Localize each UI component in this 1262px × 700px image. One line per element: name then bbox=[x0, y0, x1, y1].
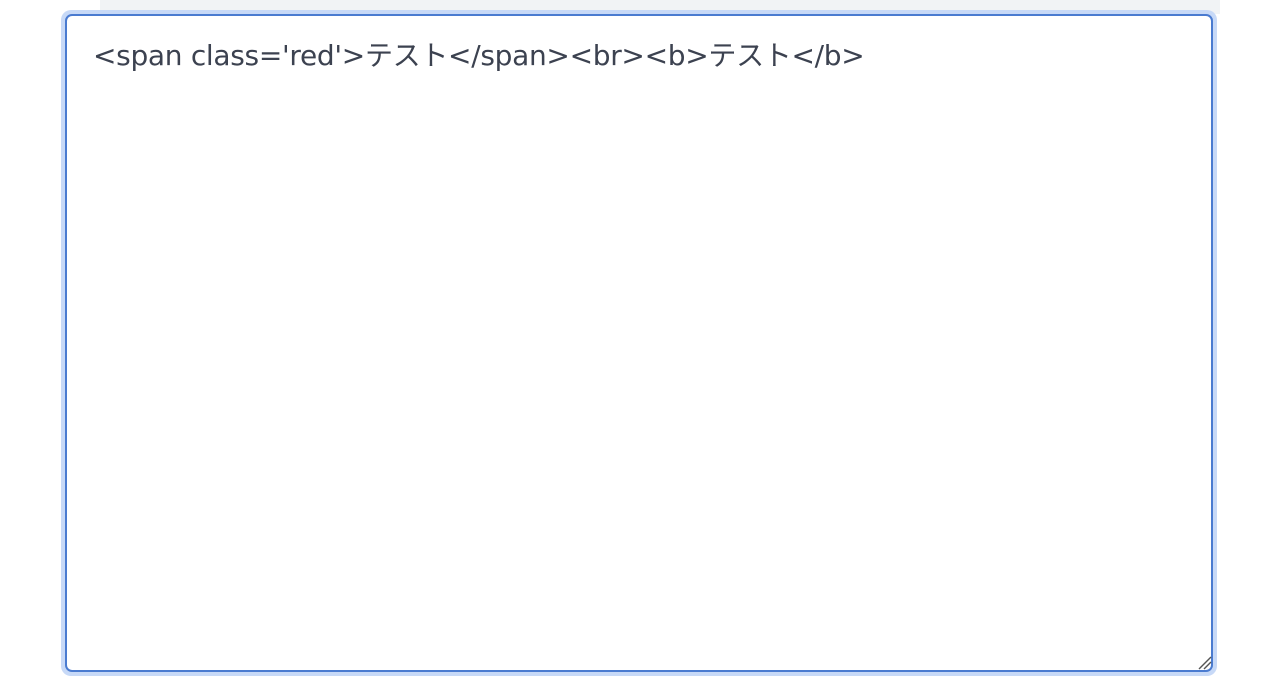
html-source-textarea[interactable]: <span class='red'>テスト</span><br><b>テスト</… bbox=[65, 14, 1213, 672]
resize-grip-icon[interactable] bbox=[1196, 654, 1212, 670]
